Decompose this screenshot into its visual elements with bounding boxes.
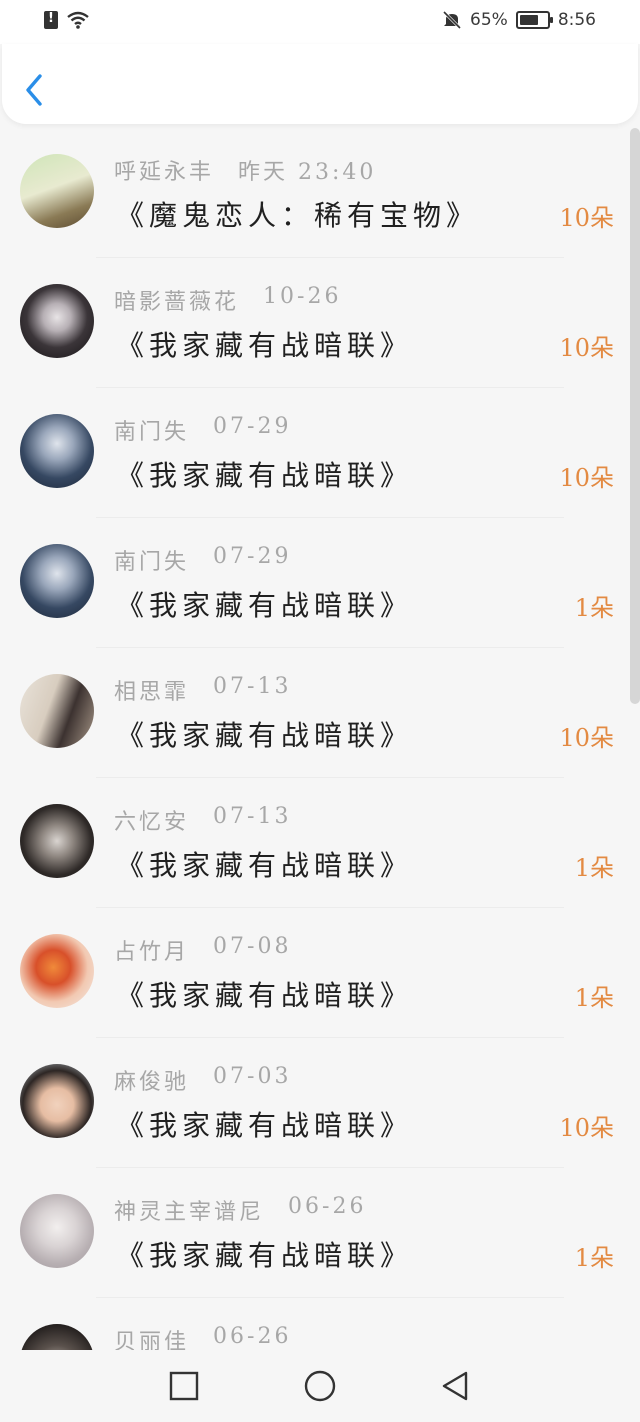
back-button[interactable]: [18, 70, 54, 110]
status-left: [44, 10, 90, 30]
app-header: [2, 44, 638, 124]
status-bar: 65% 8:56: [0, 0, 640, 44]
list-item[interactable]: 呼延永丰 昨天 23:40 《魔鬼恋人：稀有宝物》 10朵: [0, 128, 640, 258]
avatar[interactable]: [20, 934, 94, 1008]
mute-icon: [442, 10, 462, 30]
list-item[interactable]: 麻俊驰 07-03 《我家藏有战暗联》 10朵: [0, 1038, 640, 1168]
date: 10-26: [263, 284, 342, 309]
square-recent-icon[interactable]: [166, 1368, 202, 1404]
flower-count: 10朵: [559, 464, 614, 492]
list-item[interactable]: 相思霏 07-13 《我家藏有战暗联》 10朵: [0, 648, 640, 778]
list-item[interactable]: 贝丽佳 06-26: [0, 1298, 640, 1350]
avatar[interactable]: [20, 804, 94, 878]
alert-icon: [44, 11, 58, 29]
flower-count: 10朵: [559, 1114, 614, 1142]
user-name[interactable]: 六忆安: [114, 804, 189, 836]
avatar[interactable]: [20, 544, 94, 618]
list-item[interactable]: 六忆安 07-13 《我家藏有战暗联》 1朵: [0, 778, 640, 908]
system-nav-bar: [0, 1350, 640, 1422]
flower-count: 1朵: [574, 594, 614, 622]
date: 07-13: [213, 804, 292, 829]
flower-count: 10朵: [559, 724, 614, 752]
flower-count: 1朵: [574, 984, 614, 1012]
clock: 8:56: [557, 10, 596, 30]
list-item[interactable]: 占竹月 07-08 《我家藏有战暗联》 1朵: [0, 908, 640, 1038]
flower-count: 1朵: [574, 1244, 614, 1272]
gift-title: 《我家藏有战暗联》: [116, 589, 414, 622]
gift-title: 《我家藏有战暗联》: [116, 849, 414, 882]
list-item[interactable]: 神灵主宰谱尼 06-26 《我家藏有战暗联》 1朵: [0, 1168, 640, 1298]
gift-title: 《我家藏有战暗联》: [116, 329, 414, 362]
date: 07-29: [213, 544, 292, 569]
battery-icon: [515, 11, 553, 29]
wifi-icon: [66, 10, 90, 30]
gift-title: 《魔鬼恋人：稀有宝物》: [116, 199, 480, 232]
date: 06-26: [288, 1194, 367, 1219]
user-name[interactable]: 神灵主宰谱尼: [114, 1194, 264, 1226]
user-name[interactable]: 麻俊驰: [114, 1064, 189, 1096]
gift-title: 《我家藏有战暗联》: [116, 719, 414, 752]
date: 07-13: [213, 674, 292, 699]
user-name[interactable]: 暗影蔷薇花: [114, 284, 239, 316]
user-name[interactable]: 南门失: [114, 544, 189, 576]
circle-home-icon[interactable]: [302, 1368, 338, 1404]
avatar[interactable]: [20, 674, 94, 748]
avatar[interactable]: [20, 1194, 94, 1268]
date: 07-29: [213, 414, 292, 439]
user-name[interactable]: 占竹月: [114, 934, 189, 966]
avatar[interactable]: [20, 1324, 94, 1350]
date: 07-03: [213, 1064, 292, 1089]
chevron-left-icon: [26, 74, 42, 106]
avatar[interactable]: [20, 1064, 94, 1138]
date: 06-26: [213, 1324, 292, 1349]
list-item[interactable]: 暗影蔷薇花 10-26 《我家藏有战暗联》 10朵: [0, 258, 640, 388]
user-name[interactable]: 呼延永丰: [114, 154, 214, 186]
avatar[interactable]: [20, 414, 94, 488]
user-name[interactable]: 贝丽佳: [114, 1324, 189, 1350]
flower-count: 10朵: [559, 334, 614, 362]
gift-record-list[interactable]: 呼延永丰 昨天 23:40 《魔鬼恋人：稀有宝物》 10朵 暗影蔷薇花 10-2…: [0, 128, 640, 1350]
avatar[interactable]: [20, 284, 94, 358]
scrollbar[interactable]: [630, 128, 640, 704]
gift-title: 《我家藏有战暗联》: [116, 1239, 414, 1272]
gift-title: 《我家藏有战暗联》: [116, 459, 414, 492]
user-name[interactable]: 相思霏: [114, 674, 189, 706]
flower-count: 10朵: [559, 204, 614, 232]
list-item[interactable]: 南门失 07-29 《我家藏有战暗联》 10朵: [0, 388, 640, 518]
date: 昨天 23:40: [238, 160, 377, 185]
flower-count: 1朵: [574, 854, 614, 882]
battery-percent: 65%: [470, 10, 508, 30]
date: 07-08: [213, 934, 292, 959]
user-name[interactable]: 南门失: [114, 414, 189, 446]
gift-title: 《我家藏有战暗联》: [116, 1109, 414, 1142]
avatar[interactable]: [20, 154, 94, 228]
triangle-back-icon[interactable]: [438, 1368, 474, 1404]
gift-title: 《我家藏有战暗联》: [116, 979, 414, 1012]
status-right: 65% 8:56: [442, 10, 596, 30]
list-item[interactable]: 南门失 07-29 《我家藏有战暗联》 1朵: [0, 518, 640, 648]
